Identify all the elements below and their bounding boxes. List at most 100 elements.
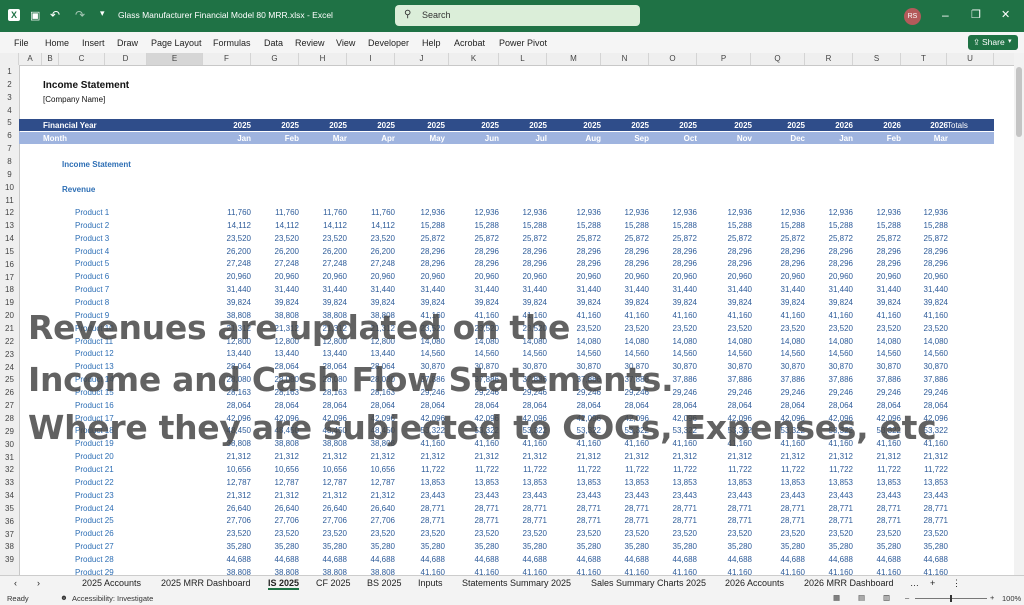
revenue-cell[interactable]: 12,936 (556, 208, 601, 217)
revenue-cell[interactable]: 28,771 (454, 504, 499, 513)
column-header[interactable]: F (203, 53, 251, 65)
revenue-cell[interactable]: 26,200 (302, 247, 347, 256)
revenue-cell[interactable]: 25,872 (454, 234, 499, 243)
column-header[interactable]: S (853, 53, 901, 65)
menu-page-layout[interactable]: Page Layout (151, 38, 202, 48)
row-header[interactable]: 11 (0, 196, 19, 205)
column-header[interactable]: H (299, 53, 347, 65)
revenue-cell[interactable]: 39,824 (856, 298, 901, 307)
revenue-cell[interactable]: 11,722 (400, 465, 445, 474)
tab-2026-mrr-dashboard[interactable]: 2026 MRR Dashboard (804, 578, 894, 588)
revenue-cell[interactable]: 35,280 (254, 542, 299, 551)
row-header[interactable]: 28 (0, 414, 19, 423)
revenue-cell[interactable]: 26,640 (206, 504, 251, 513)
column-header[interactable]: G (251, 53, 299, 65)
revenue-cell[interactable]: 25,872 (604, 234, 649, 243)
revenue-cell[interactable]: 13,853 (707, 478, 752, 487)
revenue-cell[interactable]: 35,280 (454, 542, 499, 551)
revenue-cell[interactable]: 11,722 (903, 465, 948, 474)
revenue-cell[interactable]: 23,443 (760, 491, 805, 500)
revenue-cell[interactable]: 37,886 (808, 375, 853, 384)
revenue-cell[interactable]: 28,296 (454, 247, 499, 256)
revenue-cell[interactable]: 23,520 (350, 529, 395, 538)
row-header[interactable]: 7 (0, 144, 19, 153)
zoom-out-icon[interactable]: – (905, 593, 909, 602)
revenue-cell[interactable]: 23,520 (254, 529, 299, 538)
revenue-cell[interactable]: 35,280 (350, 542, 395, 551)
revenue-cell[interactable]: 28,296 (454, 259, 499, 268)
revenue-cell[interactable]: 13,440 (350, 349, 395, 358)
normal-view-icon[interactable]: ▦ (833, 593, 840, 602)
row-header[interactable]: 32 (0, 465, 19, 474)
menu-home[interactable]: Home (45, 38, 69, 48)
revenue-cell[interactable]: 44,688 (856, 555, 901, 564)
revenue-cell[interactable]: 26,640 (302, 504, 347, 513)
revenue-cell[interactable]: 21,312 (808, 452, 853, 461)
revenue-cell[interactable]: 41,160 (604, 311, 649, 320)
tab-options-icon[interactable]: ⋮ (952, 578, 961, 589)
row-header[interactable]: 12 (0, 208, 19, 217)
revenue-cell[interactable]: 25,872 (652, 234, 697, 243)
revenue-cell[interactable]: 30,870 (808, 362, 853, 371)
page-layout-view-icon[interactable]: ▤ (858, 593, 865, 602)
revenue-cell[interactable]: 35,280 (652, 542, 697, 551)
revenue-cell[interactable]: 28,296 (556, 259, 601, 268)
revenue-cell[interactable]: 28,296 (760, 259, 805, 268)
revenue-cell[interactable]: 38,808 (254, 568, 299, 575)
revenue-cell[interactable]: 23,520 (206, 234, 251, 243)
revenue-cell[interactable]: 23,520 (856, 529, 901, 538)
revenue-cell[interactable]: 15,288 (707, 221, 752, 230)
column-header[interactable]: L (499, 53, 547, 65)
revenue-cell[interactable]: 31,440 (556, 285, 601, 294)
revenue-cell[interactable]: 27,248 (302, 259, 347, 268)
undo-icon[interactable]: ↶ (50, 8, 60, 22)
revenue-cell[interactable]: 28,296 (707, 259, 752, 268)
revenue-cell[interactable]: 23,520 (502, 529, 547, 538)
revenue-cell[interactable]: 39,824 (254, 298, 299, 307)
revenue-cell[interactable]: 20,960 (604, 272, 649, 281)
revenue-cell[interactable]: 14,112 (206, 221, 251, 230)
revenue-cell[interactable]: 21,312 (903, 452, 948, 461)
revenue-cell[interactable]: 35,280 (808, 542, 853, 551)
row-header[interactable]: 17 (0, 273, 19, 282)
revenue-cell[interactable]: 27,706 (350, 516, 395, 525)
row-header[interactable]: 29 (0, 427, 19, 436)
revenue-cell[interactable]: 14,560 (502, 349, 547, 358)
revenue-cell[interactable]: 44,688 (254, 555, 299, 564)
tab-2026-accounts[interactable]: 2026 Accounts (725, 578, 784, 588)
revenue-cell[interactable]: 10,656 (254, 465, 299, 474)
revenue-cell[interactable]: 21,312 (604, 452, 649, 461)
revenue-cell[interactable]: 26,640 (254, 504, 299, 513)
revenue-cell[interactable]: 23,520 (707, 324, 752, 333)
revenue-cell[interactable]: 23,443 (903, 491, 948, 500)
revenue-cell[interactable]: 39,824 (206, 298, 251, 307)
revenue-cell[interactable]: 23,520 (808, 324, 853, 333)
revenue-cell[interactable]: 26,200 (350, 247, 395, 256)
share-button[interactable]: ⇪ Share ▾ (968, 35, 1018, 50)
revenue-cell[interactable]: 39,824 (502, 298, 547, 307)
row-header[interactable]: 6 (0, 131, 19, 140)
revenue-cell[interactable]: 23,520 (604, 324, 649, 333)
menu-draw[interactable]: Draw (117, 38, 138, 48)
revenue-cell[interactable]: 41,160 (808, 311, 853, 320)
column-header[interactable]: A (19, 53, 42, 65)
revenue-cell[interactable]: 27,706 (206, 516, 251, 525)
revenue-cell[interactable]: 15,288 (903, 221, 948, 230)
revenue-cell[interactable]: 44,688 (400, 555, 445, 564)
revenue-cell[interactable]: 44,688 (604, 555, 649, 564)
revenue-cell[interactable]: 37,886 (903, 375, 948, 384)
revenue-cell[interactable]: 23,520 (604, 529, 649, 538)
revenue-cell[interactable]: 41,160 (808, 568, 853, 575)
revenue-cell[interactable]: 29,246 (760, 388, 805, 397)
revenue-cell[interactable]: 28,771 (652, 516, 697, 525)
revenue-cell[interactable]: 23,443 (808, 491, 853, 500)
row-header[interactable]: 33 (0, 478, 19, 487)
menu-data[interactable]: Data (264, 38, 283, 48)
revenue-cell[interactable]: 37,886 (856, 375, 901, 384)
revenue-cell[interactable]: 39,824 (302, 298, 347, 307)
revenue-cell[interactable]: 21,312 (707, 452, 752, 461)
tab-inputs[interactable]: Inputs (418, 578, 443, 588)
revenue-cell[interactable]: 31,440 (856, 285, 901, 294)
revenue-cell[interactable]: 28,771 (604, 516, 649, 525)
revenue-cell[interactable]: 31,440 (652, 285, 697, 294)
